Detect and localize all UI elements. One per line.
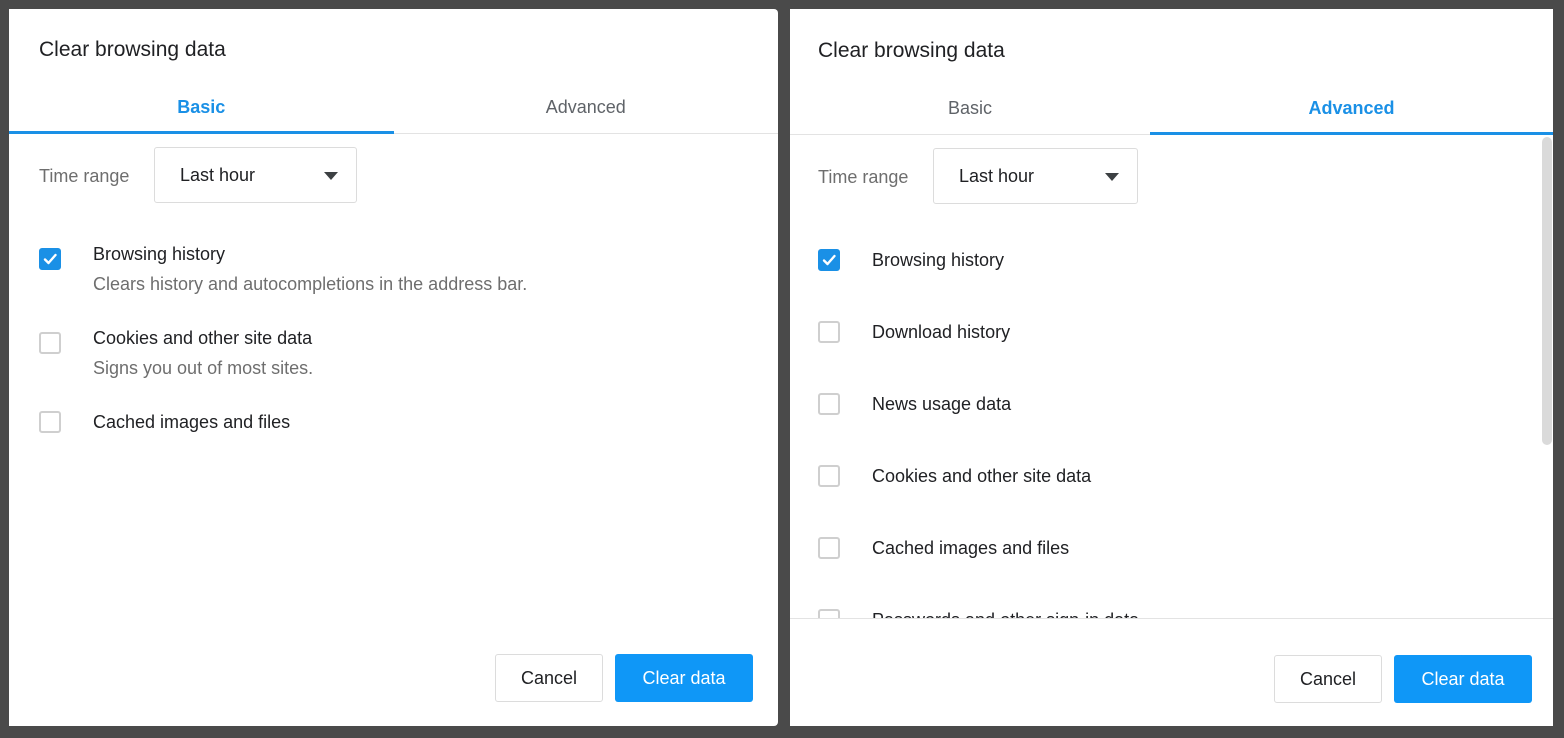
options-scroll-viewport: Passwords and other sign-in data <box>790 9 1542 618</box>
clear-data-button[interactable]: Clear data <box>615 654 753 702</box>
clear-browsing-dialog-basic: Clear browsing data Basic Advanced Time … <box>9 9 778 726</box>
footer-divider <box>790 618 1553 619</box>
time-range-label: Time range <box>39 166 130 186</box>
option-label: Passwords and other sign-in data <box>872 610 1139 618</box>
passwords-checkbox[interactable] <box>818 609 840 618</box>
option-label: Browsing history <box>93 244 226 264</box>
time-range-value: Last hour <box>180 165 256 185</box>
cancel-button[interactable]: Cancel <box>1274 655 1382 703</box>
option-description: Clears history and autocompletions in th… <box>93 274 528 294</box>
caret-down-icon <box>324 172 338 180</box>
cookies-checkbox[interactable] <box>39 332 61 354</box>
check-icon <box>43 253 57 265</box>
cached-images-checkbox[interactable] <box>39 411 61 433</box>
tab-advanced[interactable]: Advanced <box>394 81 779 133</box>
scrollbar-thumb[interactable] <box>1542 137 1552 445</box>
browsing-history-checkbox[interactable] <box>39 248 61 270</box>
tab-basic[interactable]: Basic <box>9 81 394 134</box>
clear-data-button[interactable]: Clear data <box>1394 655 1532 703</box>
option-label: Cached images and files <box>93 412 291 432</box>
dialog-title: Clear browsing data <box>39 38 226 61</box>
option-label: Cookies and other site data <box>93 328 313 348</box>
clear-browsing-dialog-advanced: Clear browsing data Basic Advanced Time … <box>790 9 1553 726</box>
options-scrollbar[interactable] <box>1542 137 1553 618</box>
tab-bar: Basic Advanced <box>9 81 778 134</box>
cancel-button[interactable]: Cancel <box>495 654 603 702</box>
time-range-select[interactable]: Last hour <box>154 147 357 203</box>
option-description: Signs you out of most sites. <box>93 358 314 378</box>
